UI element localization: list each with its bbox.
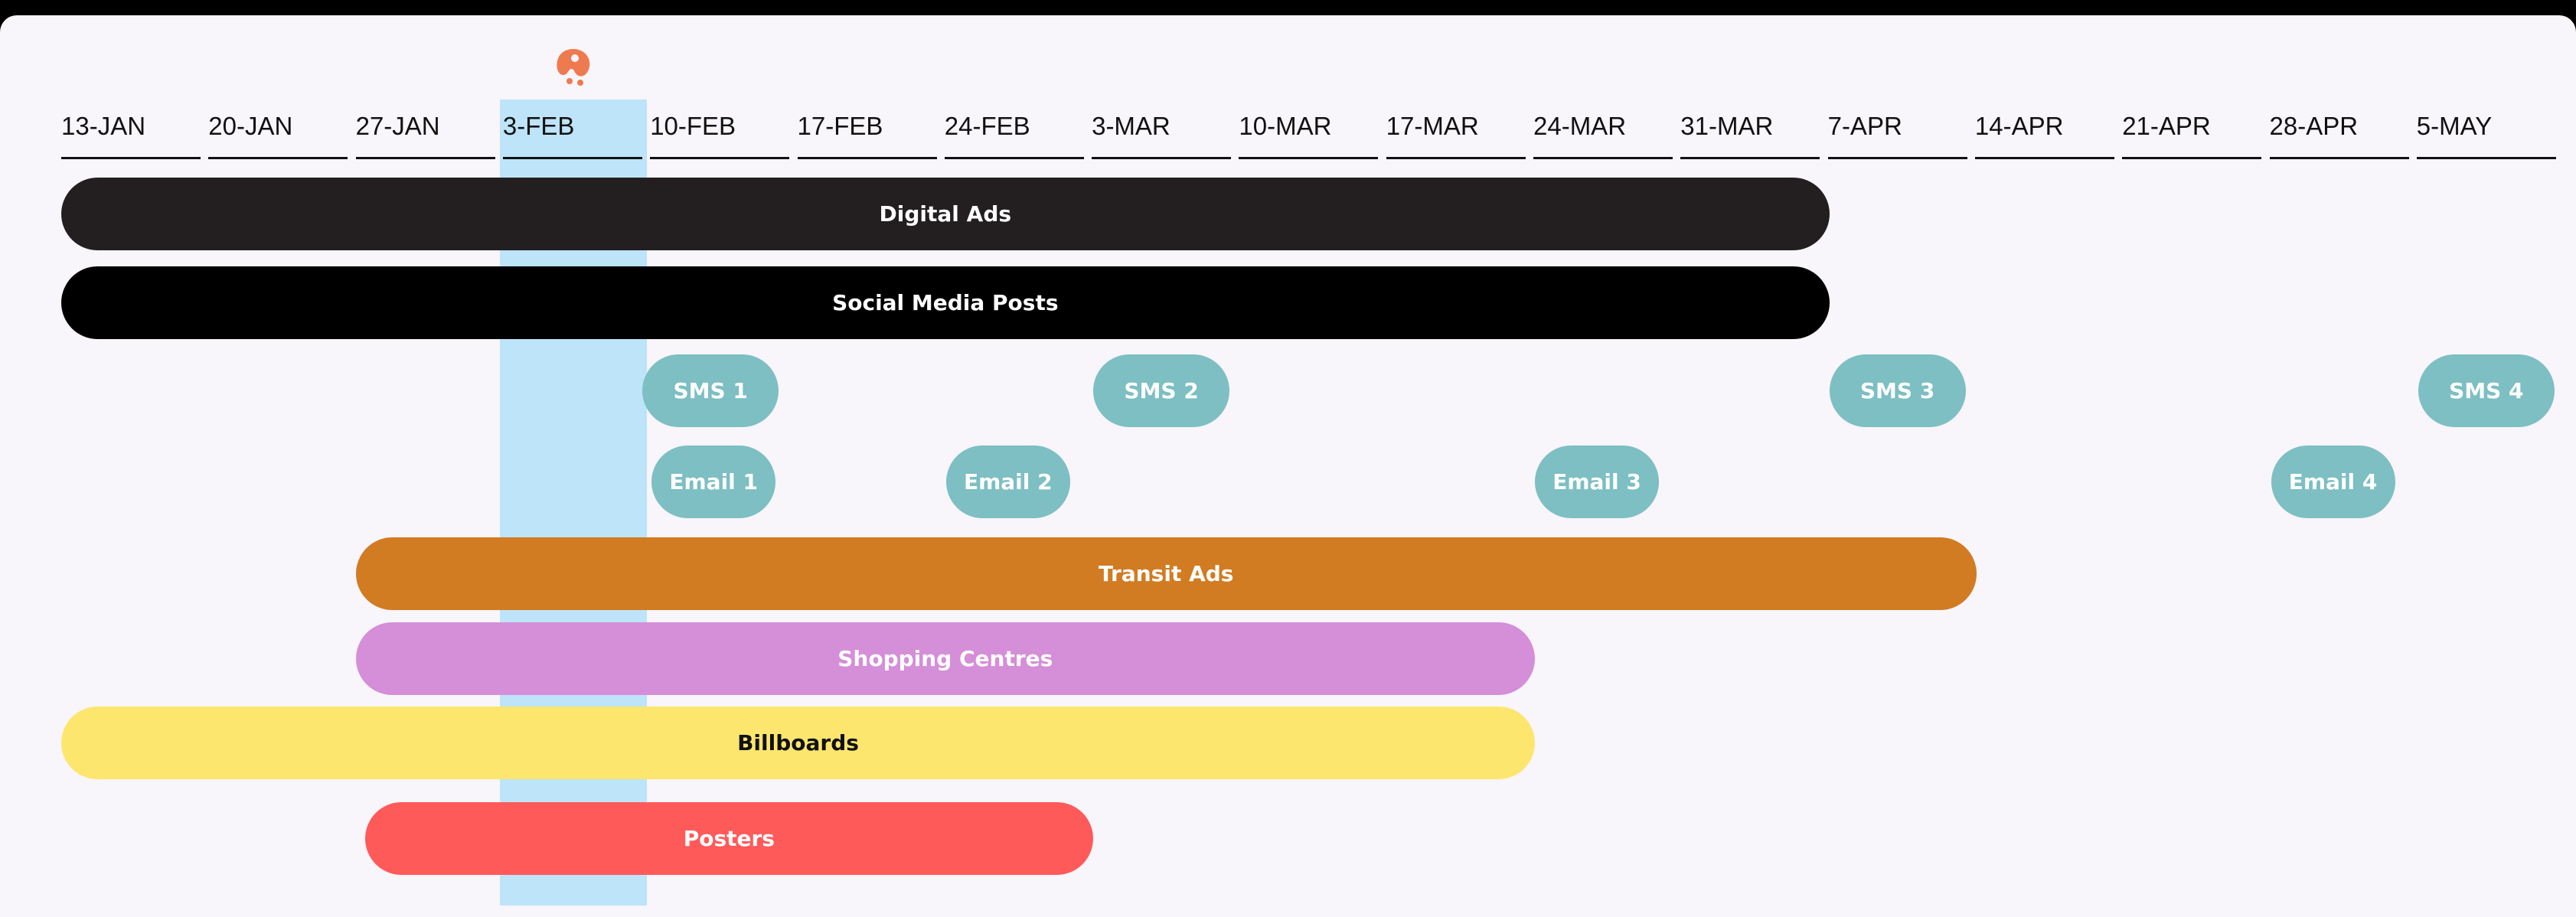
task-bar-email-4: Email 4 (2271, 445, 2395, 518)
tick-underline-5-may (2416, 157, 2556, 159)
tick-label-10-feb: 10-FEB (650, 112, 736, 140)
tick-label-27-jan: 27-JAN (355, 112, 440, 140)
tick-label-24-mar: 24-MAR (1533, 112, 1627, 140)
task-bar-social-media-posts: Social Media Posts (61, 266, 1830, 339)
tick-label-3-mar: 3-MAR (1092, 112, 1170, 140)
tick-underline-3-mar (1092, 157, 1232, 159)
brand-logo-icon (557, 49, 590, 86)
tick-label-14-apr: 14-APR (1974, 112, 2064, 140)
tick-label-10-mar: 10-MAR (1239, 112, 1332, 140)
tick-label-5-may: 5-MAY (2416, 112, 2493, 140)
task-label-email-4: Email 4 (2288, 469, 2378, 494)
tick-underline-14-apr (1974, 157, 2114, 159)
task-bar-sms-4: SMS 4 (2418, 354, 2555, 427)
task-bar-sms-1: SMS 1 (642, 354, 779, 427)
tick-label-31-mar: 31-MAR (1680, 112, 1774, 140)
task-label-transit-ads: Transit Ads (1099, 561, 1234, 586)
task-label-sms-4: SMS 4 (2449, 378, 2524, 403)
task-bar-transit-ads: Transit Ads (355, 537, 1977, 610)
task-label-email-1: Email 1 (669, 469, 758, 494)
task-bar-digital-ads: Digital Ads (61, 178, 1830, 250)
tick-label-24-feb: 24-FEB (944, 112, 1030, 140)
tick-underline-31-mar (1680, 157, 1820, 159)
task-bar-email-1: Email 1 (651, 445, 776, 518)
tick-label-28-apr: 28-APR (2269, 112, 2359, 140)
task-bar-sms-2: SMS 2 (1093, 354, 1230, 427)
tick-label-17-feb: 17-FEB (797, 112, 883, 140)
gantt-chart: 13-JAN 20-JAN 27-JAN 3-FEB 10-FEB 17-FEB 24-FE… (0, 15, 2576, 917)
tick-underline-3-feb (502, 157, 642, 159)
tick-underline-10-feb (650, 157, 790, 159)
tick-label-13-jan: 13-JAN (61, 112, 146, 140)
task-label-sms-3: SMS 3 (1859, 378, 1935, 403)
tick-underline-28-apr (2269, 157, 2409, 159)
tick-underline-24-feb (944, 157, 1084, 159)
tick-underline-7-apr (1827, 157, 1967, 159)
tick-label-21-apr: 21-APR (2122, 112, 2211, 140)
tick-label-3-feb: 3-FEB (502, 112, 575, 140)
task-bar-shopping-centres: Shopping Centres (355, 622, 1535, 695)
task-label-digital-ads: Digital Ads (879, 201, 1012, 227)
tick-underline-24-mar (1533, 157, 1673, 159)
task-label-shopping-centres: Shopping Centres (837, 646, 1053, 671)
task-bar-billboards: Billboards (61, 707, 1535, 779)
task-label-email-2: Email 2 (963, 469, 1053, 494)
tick-underline-10-mar (1239, 157, 1379, 159)
task-label-billboards: Billboards (737, 730, 859, 755)
tick-underline-21-apr (2122, 157, 2262, 159)
task-label-posters: Posters (683, 826, 775, 851)
task-bar-email-2: Email 2 (945, 445, 1070, 518)
task-bar-sms-3: SMS 3 (1829, 354, 1966, 427)
timeline-canvas: 13-JAN 20-JAN 27-JAN 3-FEB 10-FEB 17-FEB 24-FE… (0, 15, 2576, 917)
tick-label-17-mar: 17-MAR (1386, 112, 1479, 140)
tick-underline-27-jan (355, 157, 495, 159)
task-bar-posters: Posters (364, 802, 1094, 875)
tick-label-20-jan: 20-JAN (208, 112, 293, 140)
task-bar-email-3: Email 3 (1535, 445, 1659, 518)
task-label-sms-2: SMS 2 (1124, 378, 1199, 403)
tick-underline-20-jan (208, 157, 348, 159)
tick-underline-17-feb (797, 157, 937, 159)
task-label-sms-1: SMS 1 (673, 378, 748, 403)
task-label-email-3: Email 3 (1552, 469, 1641, 494)
tick-label-7-apr: 7-APR (1827, 112, 1902, 140)
task-label-social-media-posts: Social Media Posts (832, 290, 1059, 315)
tick-underline-17-mar (1386, 157, 1526, 159)
tick-underline-13-jan (61, 157, 201, 159)
